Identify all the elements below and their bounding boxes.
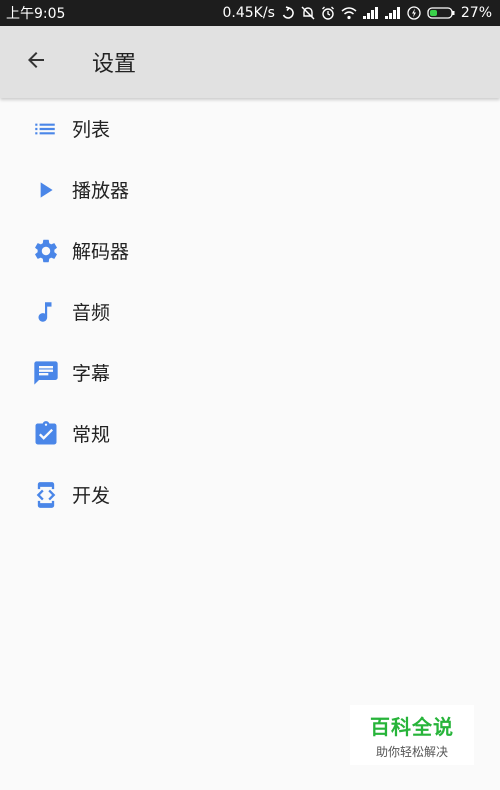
charging-icon <box>407 6 421 20</box>
battery-icon <box>427 6 455 20</box>
menu-item-audio[interactable]: 音频 <box>0 281 500 342</box>
menu-item-list[interactable]: 列表 <box>0 98 500 159</box>
menu-item-subtitles[interactable]: 字幕 <box>0 342 500 403</box>
menu-item-label: 解码器 <box>72 241 130 263</box>
menu-item-label: 常规 <box>72 424 111 446</box>
music-note-icon <box>0 281 72 342</box>
menu-item-developer[interactable]: 开发 <box>0 464 500 525</box>
status-bar: 上午9:05 0.45K/s 27% <box>0 0 500 26</box>
subtitle-icon <box>0 342 72 403</box>
wifi-icon <box>341 6 357 20</box>
sync-icon <box>281 6 295 20</box>
status-time: 上午9:05 <box>6 6 66 22</box>
menu-item-player[interactable]: 播放器 <box>0 159 500 220</box>
battery-percent: 27% <box>460 5 492 21</box>
menu-item-decoder[interactable]: 解码器 <box>0 220 500 281</box>
menu-item-label: 播放器 <box>72 180 130 202</box>
network-speed: 0.45K/s <box>222 5 275 21</box>
page-title: 设置 <box>92 52 137 77</box>
arrow-back-icon <box>24 48 48 76</box>
gear-icon <box>0 220 72 281</box>
list-icon <box>0 98 72 159</box>
alarm-clock-icon <box>321 6 335 20</box>
signal-icon-2 <box>384 7 401 19</box>
alarm-off-icon <box>301 6 315 20</box>
signal-icon <box>362 7 379 19</box>
menu-item-label: 字幕 <box>72 363 111 385</box>
menu-item-label: 列表 <box>72 119 111 141</box>
menu-item-general[interactable]: 常规 <box>0 403 500 464</box>
watermark-tagline: 助你轻松解决 <box>375 744 448 759</box>
menu-item-label: 音频 <box>72 302 111 324</box>
clipboard-check-icon <box>0 403 72 464</box>
settings-menu: 列表 播放器 解码器 音频 字幕 常规 开发 <box>0 98 500 525</box>
watermark-logo: 百科全说 <box>370 714 454 739</box>
menu-item-label: 开发 <box>72 485 111 507</box>
play-icon <box>0 159 72 220</box>
back-button[interactable] <box>0 26 72 98</box>
app-bar: 设置 <box>0 26 500 98</box>
watermark: 百科全说 助你轻松解决 <box>350 705 474 765</box>
developer-mode-icon <box>0 464 72 525</box>
